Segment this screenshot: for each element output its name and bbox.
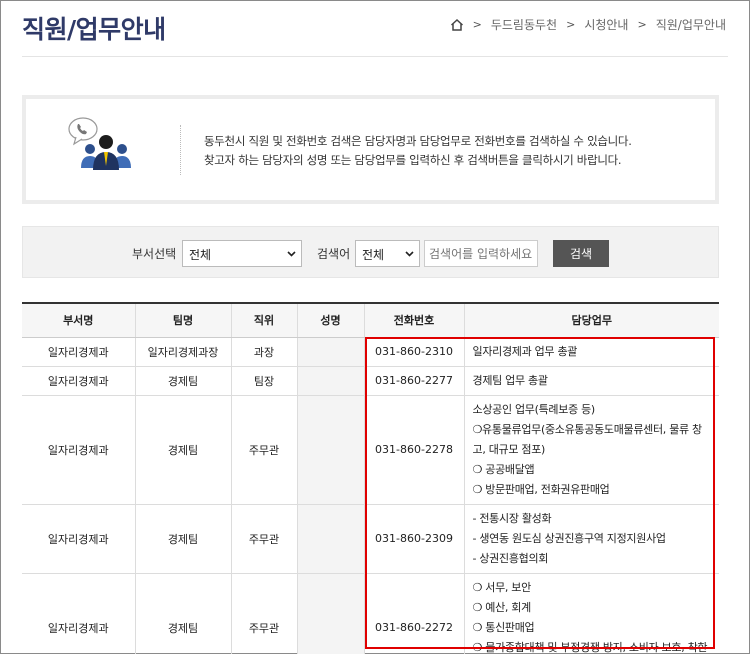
chevron-down-icon [405,251,414,257]
team-cell: 경제팀 [135,395,232,505]
staff-table: 부서명 팀명 직위 성명 전화번호 담당업무 일자리경제과 일자리경제과장 과장… [22,302,719,654]
position-cell: 주무관 [231,504,298,574]
dept-cell: 일자리경제과 [22,337,136,367]
team-cell: 경제팀 [135,366,232,396]
table-row: 일자리경제과 경제팀 주무관 031-860-2272 ❍ 서무, 보안 ❍ 예… [22,573,719,654]
duty-line: 일자리경제과 업무 총괄 [472,344,578,358]
breadcrumb-item-current: 직원/업무안내 [655,18,726,32]
chevron-down-icon [287,251,296,257]
phone-staff-icon [68,117,131,170]
name-cell [297,573,365,654]
phone-cell: 031-860-2309 [364,504,465,574]
column-header: 전화번호 [364,302,465,338]
table-header-row: 부서명 팀명 직위 성명 전화번호 담당업무 [22,302,719,338]
duty-line: - 상권진흥협의회 [472,551,549,565]
table-row: 일자리경제과 경제팀 팀장 031-860-2277 경제팀 업무 총괄 [22,366,719,396]
position-cell: 팀장 [231,366,298,396]
dept-cell: 일자리경제과 [22,573,136,654]
duty-line: ❍ 물가종합대책 및 부정경쟁 방지, 소비자 보호, 착한 가격업소, 소비자… [472,640,708,654]
duty-line: ❍ 통신판매업 [472,620,535,634]
duty-cell: ❍ 서무, 보안 ❍ 예산, 회계 ❍ 통신판매업 ❍ 물가종합대책 및 부정경… [464,573,719,654]
dept-cell: 일자리경제과 [22,366,136,396]
duty-cell: 소상공인 업무(특례보증 등) ❍유통물류업무(중소유통공동도매물류센터, 물류… [464,395,719,505]
column-header: 직위 [231,302,298,338]
duty-line: ❍ 방문판매업, 전화권유판매업 [472,482,610,496]
name-cell [297,395,365,505]
info-box: 동두천시 직원 및 전화번호 검색은 담당자명과 담당업무로 전화번호를 검색하… [22,95,719,204]
info-line: 찾고자 하는 담당자의 성명 또는 담당업무를 입력하신 후 검색버튼을 클릭하… [204,153,622,167]
name-cell [297,337,365,367]
duty-line: ❍ 서무, 보안 [472,580,532,594]
breadcrumb-item[interactable]: 두드림동두천 [491,16,557,33]
page-title: 직원/업무안내 [22,15,166,44]
duty-line: 소상공인 업무(특례보증 등) [472,402,596,416]
breadcrumb: > 두드림동두천 > 시청안내 > 직원/업무안내 [450,16,726,33]
home-icon[interactable] [450,18,464,32]
duty-line: - 전통시장 활성화 [472,511,552,525]
search-input[interactable] [424,240,538,267]
duty-line: ❍ 공공배달앱 [472,462,535,476]
chevron-right-icon: > [472,18,482,31]
search-bar: 부서선택 전체 검색어 전체 검색 [22,226,719,278]
keyword-type-select[interactable]: 전체 [355,240,420,267]
dept-select-value: 전체 [189,248,212,262]
dept-select-label: 부서선택 [132,247,177,261]
duty-line: 경제팀 업무 총괄 [472,373,548,387]
table-row: 일자리경제과 일자리경제과장 과장 031-860-2310 일자리경제과 업무… [22,337,719,367]
position-cell: 주무관 [231,395,298,505]
team-cell: 경제팀 [135,573,232,654]
column-header: 팀명 [135,302,232,338]
keyword-label: 검색어 [317,247,351,261]
dept-cell: 일자리경제과 [22,504,136,574]
name-cell [297,504,365,574]
duty-line: ❍ 예산, 회계 [472,600,532,614]
search-button[interactable]: 검색 [553,240,609,267]
column-header: 부서명 [22,302,136,338]
dept-cell: 일자리경제과 [22,395,136,505]
phone-cell: 031-860-2272 [364,573,465,654]
table-row: 일자리경제과 경제팀 주무관 031-860-2309 - 전통시장 활성화 -… [22,504,719,574]
duty-line: - 생연동 원도심 상권진흥구역 지정지원사업 [472,531,667,545]
position-cell: 과장 [231,337,298,367]
duty-line: ❍유통물류업무(중소유통공동도매물류센터, 물류 창고, 대규모 점포) [472,422,703,456]
column-header: 담당업무 [464,302,719,338]
info-text: 동두천시 직원 및 전화번호 검색은 담당자명과 담당업무로 전화번호를 검색하… [204,132,632,170]
phone-cell: 031-860-2277 [364,366,465,396]
chevron-right-icon: > [566,18,576,31]
dept-select[interactable]: 전체 [182,240,302,267]
duty-cell: 경제팀 업무 총괄 [464,366,719,396]
name-cell [297,366,365,396]
info-divider [180,125,181,175]
phone-cell: 031-860-2278 [364,395,465,505]
position-cell: 주무관 [231,573,298,654]
title-divider [22,56,728,57]
team-cell: 일자리경제과장 [135,337,232,367]
column-header: 성명 [297,302,365,338]
duty-cell: 일자리경제과 업무 총괄 [464,337,719,367]
info-line: 동두천시 직원 및 전화번호 검색은 담당자명과 담당업무로 전화번호를 검색하… [204,134,632,148]
chevron-right-icon: > [637,18,647,31]
phone-cell: 031-860-2310 [364,337,465,367]
breadcrumb-item[interactable]: 시청안내 [584,16,628,33]
duty-cell: - 전통시장 활성화 - 생연동 원도심 상권진흥구역 지정지원사업 - 상권진… [464,504,719,574]
table-row: 일자리경제과 경제팀 주무관 031-860-2278 소상공인 업무(특례보증… [22,395,719,505]
team-cell: 경제팀 [135,504,232,574]
keyword-type-value: 전체 [362,248,385,262]
